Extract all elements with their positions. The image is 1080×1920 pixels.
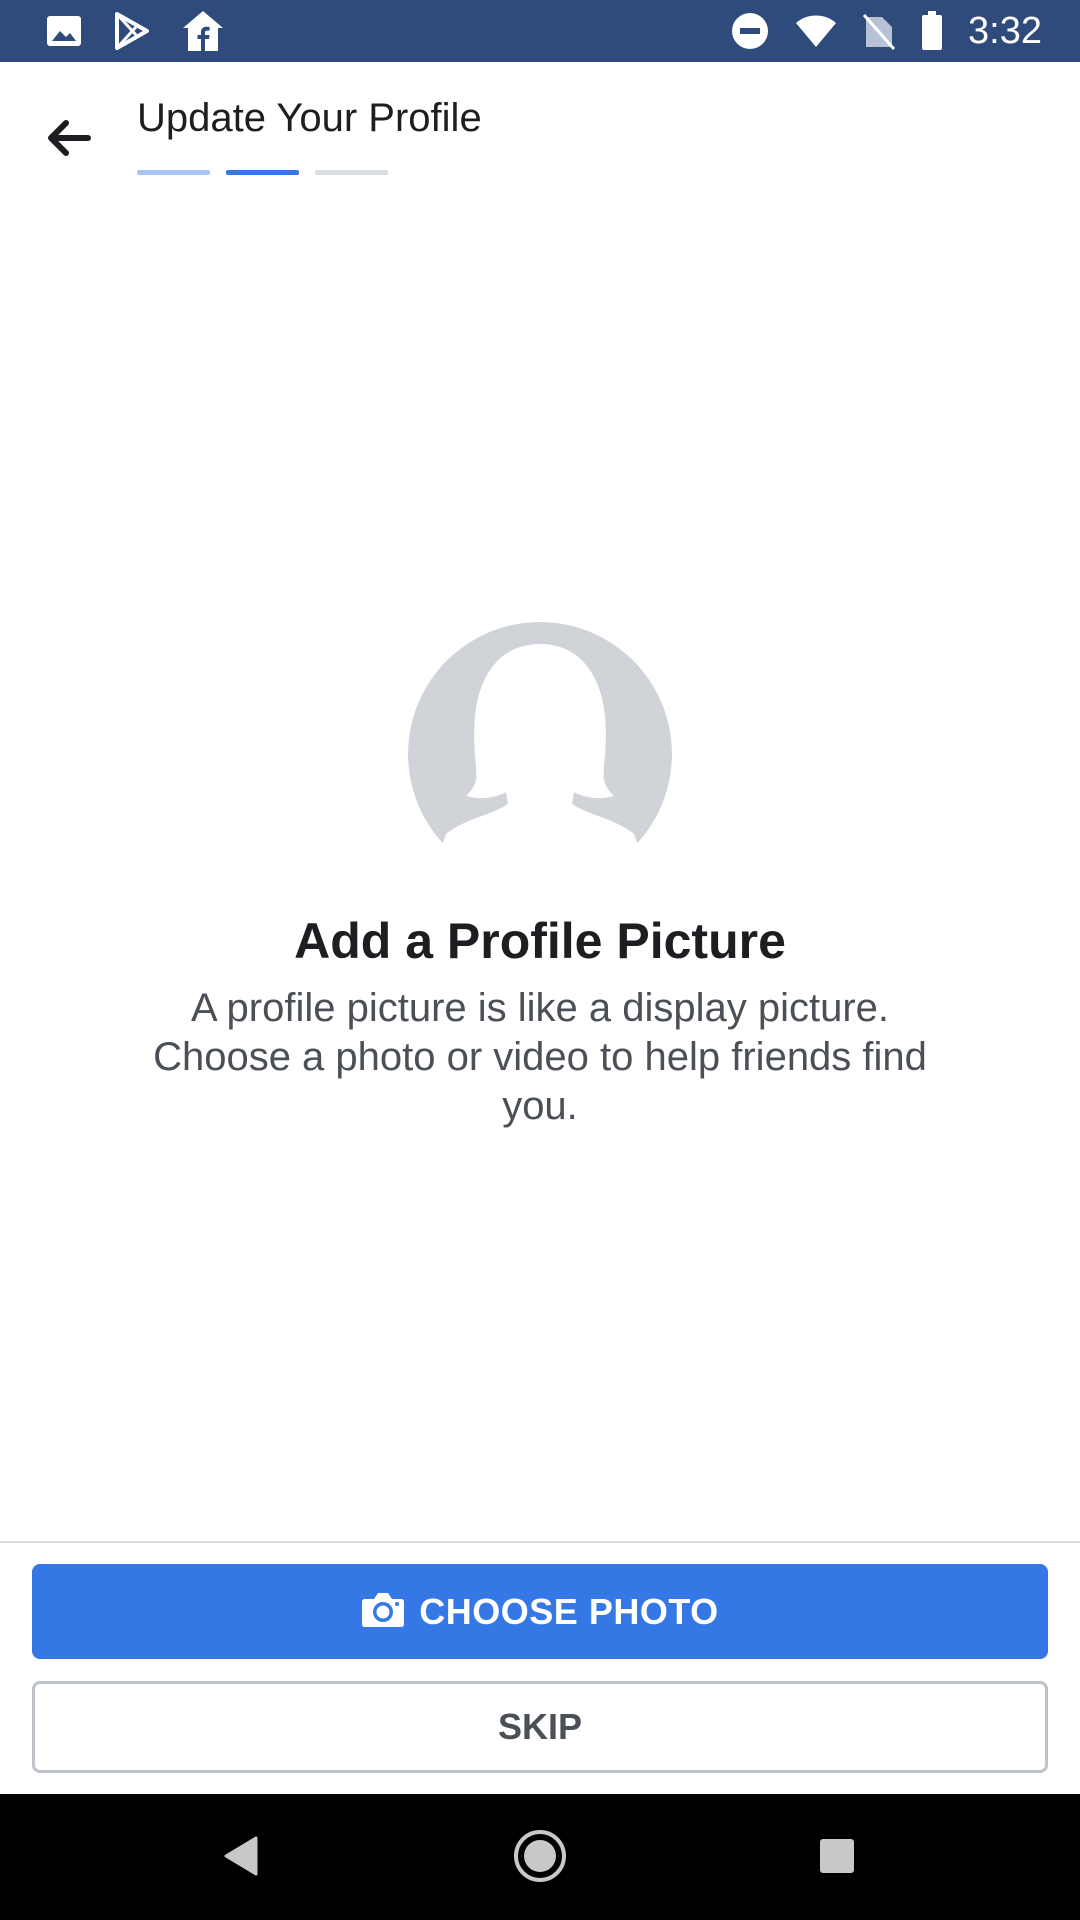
nav-back-button[interactable] <box>200 1818 280 1898</box>
choose-photo-label: CHOOSE PHOTO <box>419 1590 719 1632</box>
step-progress <box>137 170 388 175</box>
back-triangle-icon <box>220 1834 260 1883</box>
status-bar-system: 3:32 <box>730 0 1042 62</box>
main-description: A profile picture is like a display pict… <box>153 986 927 1128</box>
no-sim-icon <box>862 11 896 51</box>
nav-recents-button[interactable] <box>797 1818 877 1898</box>
battery-icon <box>920 10 944 52</box>
skip-button[interactable]: SKIP <box>32 1681 1048 1773</box>
clock: 3:32 <box>968 9 1042 52</box>
status-bar: 3:32 <box>0 0 1080 62</box>
profile-silhouette-icon <box>408 622 672 886</box>
page-title: Update Your Profile <box>137 96 482 140</box>
choose-photo-button[interactable]: CHOOSE PHOTO <box>32 1564 1048 1659</box>
progress-step-3 <box>315 170 388 175</box>
facebook-home-icon <box>180 8 226 54</box>
header: Update Your Profile <box>0 62 1080 202</box>
home-circle-icon <box>512 1828 568 1889</box>
nav-home-button[interactable] <box>500 1818 580 1898</box>
back-arrow-icon <box>44 118 92 163</box>
progress-step-1 <box>137 170 210 175</box>
status-bar-notifications <box>44 0 226 62</box>
do-not-disturb-icon <box>730 11 770 51</box>
skip-label: SKIP <box>497 1706 583 1747</box>
gallery-icon <box>44 11 84 51</box>
play-store-icon <box>112 11 152 51</box>
navigation-bar <box>0 1794 1080 1920</box>
main-heading: Add a Profile Picture <box>294 913 786 969</box>
camera-icon <box>361 1589 405 1634</box>
progress-step-2 <box>226 170 299 175</box>
divider <box>0 1541 1080 1543</box>
back-button[interactable] <box>30 102 106 178</box>
wifi-icon <box>794 11 838 51</box>
recents-square-icon <box>817 1836 857 1881</box>
